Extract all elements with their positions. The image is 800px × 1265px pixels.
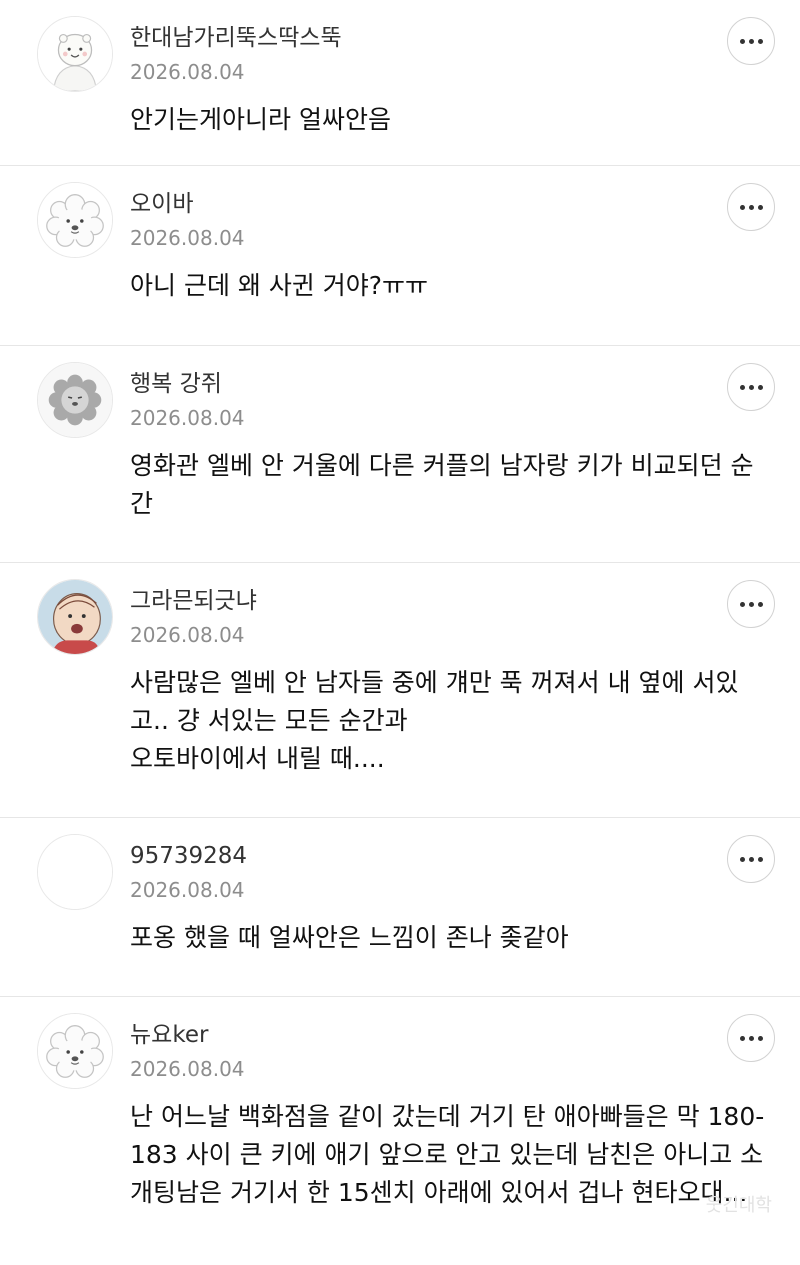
more-options-button[interactable]: [727, 1014, 775, 1062]
avatar[interactable]: [37, 16, 113, 92]
comment-item: 행복 강쥐 2026.08.04 영화관 엘베 안 거울에 다른 커플의 남자랑…: [0, 346, 800, 563]
cartoon-boy-icon: [38, 580, 112, 654]
more-options-button[interactable]: [727, 580, 775, 628]
more-options-button[interactable]: [727, 835, 775, 883]
blank-avatar-icon: [38, 835, 112, 909]
more-options-button[interactable]: [727, 17, 775, 65]
comment-item: 95739284 2026.08.04 포옹 했을 때 얼싸안은 느낌이 존나 …: [0, 818, 800, 997]
comment-date: 2026.08.04: [130, 226, 245, 250]
comment-text: 아니 근데 왜 사귄 거야?ㅠㅠ: [130, 271, 429, 300]
comment-username[interactable]: 95739284: [130, 842, 247, 870]
more-options-icon: [739, 384, 763, 390]
smiling-bear-icon: [38, 17, 112, 91]
comment-date: 2026.08.04: [130, 1057, 245, 1081]
comment-item: 그라믄되긋냐 2026.08.04 사람많은 엘베 안 남자들 중에 걔만 푹 …: [0, 563, 800, 818]
site-watermark: 웃긴대학: [705, 1195, 772, 1216]
comment-text: 사람많은 엘베 안 남자들 중에 걔만 푹 꺼져서 내 옆에 서있고.. 걍 서…: [130, 668, 739, 773]
comment-item: 뉴요ker 2026.08.04 난 어느날 백화점을 같이 갔는데 거기 탄 …: [0, 997, 800, 1265]
comment-username[interactable]: 한대남가리뚝스딱스뚝: [130, 24, 342, 52]
comment-username[interactable]: 오이바: [130, 190, 193, 218]
comment-date: 2026.08.04: [130, 878, 245, 902]
more-options-button[interactable]: [727, 363, 775, 411]
more-options-button[interactable]: [727, 183, 775, 231]
comment-text: 안기는게아니라 얼싸안음: [130, 105, 391, 134]
more-options-icon: [739, 204, 763, 210]
comment-username[interactable]: 그라믄되긋냐: [130, 587, 257, 615]
comment-date: 2026.08.04: [130, 60, 245, 84]
avatar[interactable]: [37, 834, 113, 910]
comment-feed: 한대남가리뚝스딱스뚝 2026.08.04 안기는게아니라 얼싸안음 오이바 2…: [0, 0, 800, 1265]
comment-username[interactable]: 뉴요ker: [130, 1021, 208, 1049]
gray-lion-icon: [38, 363, 112, 437]
avatar[interactable]: [37, 362, 113, 438]
avatar[interactable]: [37, 579, 113, 655]
curly-dog-icon: [38, 183, 112, 257]
comment-item: 한대남가리뚝스딱스뚝 2026.08.04 안기는게아니라 얼싸안음: [0, 0, 800, 166]
comment-date: 2026.08.04: [130, 406, 245, 430]
comment-item: 오이바 2026.08.04 아니 근데 왜 사귄 거야?ㅠㅠ: [0, 166, 800, 346]
avatar[interactable]: [37, 1013, 113, 1089]
curly-dog-icon: [38, 1014, 112, 1088]
comment-username[interactable]: 행복 강쥐: [130, 370, 222, 398]
more-options-icon: [739, 856, 763, 862]
comment-date: 2026.08.04: [130, 623, 245, 647]
more-options-icon: [739, 1035, 763, 1041]
comment-text: 영화관 엘베 안 거울에 다른 커플의 남자랑 키가 비교되던 순간: [130, 451, 754, 518]
avatar[interactable]: [37, 182, 113, 258]
more-options-icon: [739, 601, 763, 607]
more-options-icon: [739, 38, 763, 44]
comment-text: 난 어느날 백화점을 같이 갔는데 거기 탄 애아빠들은 막 180-183 사…: [130, 1102, 765, 1207]
comment-text: 포옹 했을 때 얼싸안은 느낌이 존나 좆같아: [130, 923, 569, 952]
